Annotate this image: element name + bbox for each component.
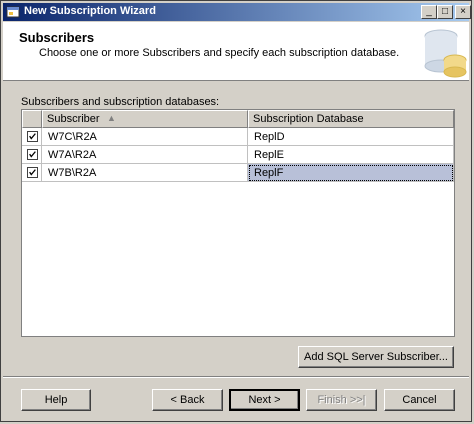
window-title: New Subscription Wizard — [24, 5, 156, 17]
close-button[interactable]: × — [455, 5, 471, 19]
subscriber-cell[interactable]: W7B\R2A — [42, 164, 248, 182]
finish-button[interactable]: Finish >>| — [306, 389, 377, 411]
page-title: Subscribers — [19, 30, 95, 45]
subscriber-cell[interactable]: W7C\R2A — [42, 128, 248, 146]
footer-separator — [3, 376, 469, 378]
checkbox-checked-icon[interactable] — [27, 167, 38, 178]
next-button[interactable]: Next > — [229, 389, 300, 411]
checkbox-checked-icon[interactable] — [27, 131, 38, 142]
row-checkbox-cell[interactable] — [22, 128, 42, 146]
wizard-header: Subscribers Choose one or more Subscribe… — [3, 22, 469, 81]
subscription-database-column-header[interactable]: Subscription Database — [248, 110, 454, 128]
table-row[interactable]: W7B\R2A ReplF — [22, 164, 454, 182]
subscription-database-cell[interactable]: ReplD — [248, 128, 454, 146]
cancel-button[interactable]: Cancel — [384, 389, 455, 411]
grid-label: Subscribers and subscription databases: — [21, 96, 220, 108]
wizard-window: New Subscription Wizard _ □ × Subscriber… — [0, 0, 472, 422]
wizard-app-icon — [6, 6, 20, 18]
title-bar[interactable]: New Subscription Wizard _ □ × — [3, 3, 471, 21]
subscriber-cell[interactable]: W7A\R2A — [42, 146, 248, 164]
row-checkbox-cell[interactable] — [22, 164, 42, 182]
grid-header: Subscriber ▲ Subscription Database — [22, 110, 454, 128]
minimize-button[interactable]: _ — [421, 5, 437, 19]
subscriber-column-header[interactable]: Subscriber ▲ — [42, 110, 248, 128]
database-graphic-icon — [411, 22, 469, 80]
add-sql-server-subscriber-button[interactable]: Add SQL Server Subscriber... — [298, 346, 454, 368]
subscribers-grid[interactable]: Subscriber ▲ Subscription Database W7C\R… — [21, 109, 455, 337]
checkbox-checked-icon[interactable] — [27, 149, 38, 160]
page-subtitle: Choose one or more Subscribers and speci… — [39, 47, 400, 59]
help-button[interactable]: Help — [21, 389, 91, 411]
subscriber-header-label: Subscriber — [47, 113, 100, 125]
subscription-database-header-label: Subscription Database — [253, 113, 364, 125]
table-row[interactable]: W7A\R2A ReplE — [22, 146, 454, 164]
subscription-database-cell-selected[interactable]: ReplF — [248, 164, 454, 182]
row-checkbox-cell[interactable] — [22, 146, 42, 164]
checkbox-column-header[interactable] — [22, 110, 42, 128]
sort-ascending-icon: ▲ — [107, 113, 116, 123]
back-button[interactable]: < Back — [152, 389, 223, 411]
subscription-database-cell[interactable]: ReplE — [248, 146, 454, 164]
maximize-button[interactable]: □ — [437, 5, 453, 19]
table-row[interactable]: W7C\R2A ReplD — [22, 128, 454, 146]
